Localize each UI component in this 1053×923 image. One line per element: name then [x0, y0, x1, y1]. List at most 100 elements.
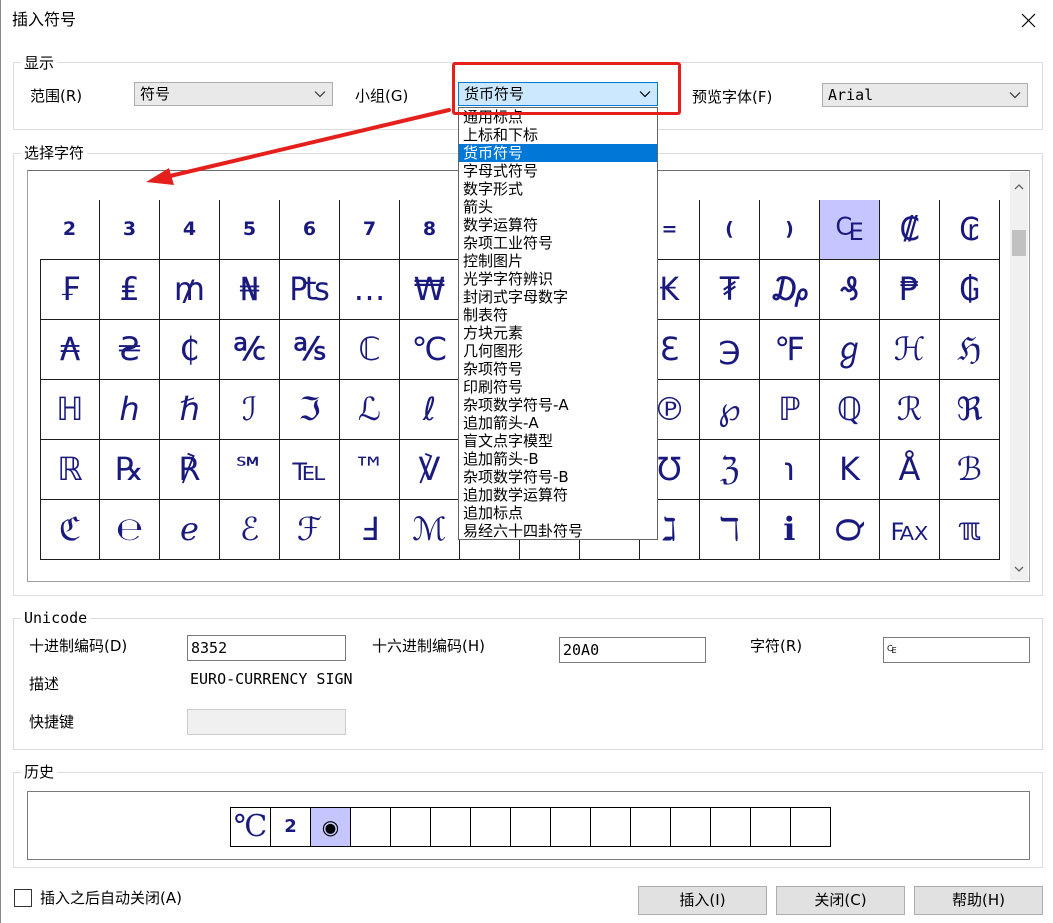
symbol-cell[interactable]: ℞ — [100, 440, 160, 500]
character-field[interactable]: ₠ — [883, 637, 1030, 663]
symbol-cell[interactable]: ℛ — [880, 380, 940, 440]
insert-button[interactable]: 插入(I) — [638, 886, 767, 915]
close-button[interactable]: 关闭(C) — [776, 886, 905, 915]
history-cell[interactable] — [591, 808, 631, 846]
subset-option[interactable]: 制表符 — [459, 306, 657, 324]
symbol-cell[interactable]: ℊ — [820, 320, 880, 380]
symbol-cell[interactable]: ₴ — [100, 320, 160, 380]
symbol-cell[interactable]: ℈ — [700, 320, 760, 380]
history-cell[interactable] — [391, 808, 431, 846]
symbol-cell[interactable]: ℀ — [220, 320, 280, 380]
symbol-cell[interactable]: ₩ — [400, 260, 460, 320]
subset-option[interactable]: 封闭式字母数字 — [459, 288, 657, 306]
symbol-cell[interactable]: ₲ — [940, 260, 1000, 320]
chevron-down-icon[interactable] — [1010, 560, 1028, 578]
symbol-cell[interactable]: ₳ — [40, 320, 100, 380]
subset-option[interactable]: 追加箭头-B — [459, 450, 657, 468]
symbol-cell[interactable]: ℳ — [400, 500, 460, 560]
subset-option[interactable]: 盲文点字模型 — [459, 432, 657, 450]
symbol-cell[interactable]: ℟ — [160, 440, 220, 500]
close-icon[interactable] — [1021, 13, 1036, 28]
symbol-cell[interactable]: ₦ — [220, 260, 280, 320]
history-cell[interactable]: ℃ — [231, 808, 271, 846]
symbol-cell[interactable]: ₠ — [820, 200, 880, 260]
subset-option[interactable]: 控制图片 — [459, 252, 657, 270]
symbol-cell[interactable]: 8 — [400, 200, 460, 260]
subset-option[interactable]: 字母式符号 — [459, 162, 657, 180]
symbol-cell[interactable]: ℺ — [820, 500, 880, 560]
symbol-cell[interactable]: … — [340, 260, 400, 320]
history-cell[interactable] — [511, 808, 551, 846]
subset-option[interactable]: 追加箭头-A — [459, 414, 657, 432]
symbol-cell[interactable]: ℸ — [700, 500, 760, 560]
symbol-cell[interactable]: ℑ — [280, 380, 340, 440]
scrollbar-thumb[interactable] — [1012, 230, 1026, 256]
symbol-cell[interactable]: K — [820, 440, 880, 500]
symbol-cell[interactable]: ℒ — [340, 380, 400, 440]
symbol-cell[interactable]: ℣ — [400, 440, 460, 500]
symbol-cell[interactable]: 7 — [340, 200, 400, 260]
symbol-cell[interactable]: ₰ — [820, 260, 880, 320]
symbol-cell[interactable]: ℁ — [280, 320, 340, 380]
history-cell[interactable] — [631, 808, 671, 846]
symbol-cell[interactable]: ™ — [340, 440, 400, 500]
symbol-cell[interactable]: ℉ — [760, 320, 820, 380]
symbol-cell[interactable]: ℬ — [940, 440, 1000, 500]
subset-dropdown-list[interactable]: 通用标点 上标和下标 货币符号 字母式符号 数字形式 箭头 数学运算符 杂项工业符号 控制图片光… — [458, 107, 658, 540]
symbol-cell[interactable]: ℯ — [160, 500, 220, 560]
subset-option[interactable]: 上标和下标 — [459, 126, 657, 144]
history-cell[interactable]: ◉ — [311, 808, 351, 846]
subset-option[interactable]: 杂项符号 — [459, 360, 657, 378]
subset-option[interactable]: 杂项数学符号-A — [459, 396, 657, 414]
symbol-cell[interactable]: ℮ — [100, 500, 160, 560]
symbol-cell[interactable]: ₵ — [160, 320, 220, 380]
symbol-cell[interactable]: ℰ — [220, 500, 280, 560]
subset-option[interactable]: 杂项工业符号 — [459, 234, 657, 252]
symbol-cell[interactable]: ₣ — [40, 260, 100, 320]
symbol-cell[interactable]: ℩ — [760, 440, 820, 500]
decimal-code-field[interactable]: 8352 — [187, 635, 346, 661]
subset-option[interactable]: 数字形式 — [459, 180, 657, 198]
hex-code-field[interactable]: 20A0 — [559, 637, 706, 663]
history-cell[interactable] — [351, 808, 391, 846]
symbol-cell[interactable]: 3 — [100, 200, 160, 260]
subset-option[interactable]: 易经六十四卦符号 — [459, 522, 657, 539]
auto-close-checkbox[interactable] — [14, 889, 32, 907]
symbol-cell[interactable]: ℱ — [280, 500, 340, 560]
symbol-cell[interactable]: 5 — [220, 200, 280, 260]
symbol-cell[interactable]: ℍ — [40, 380, 100, 440]
subset-option[interactable]: 光学字符辨识 — [459, 270, 657, 288]
symbol-cell[interactable]: ℚ — [820, 380, 880, 440]
symbol-cell[interactable]: ₢ — [940, 200, 1000, 260]
subset-option[interactable]: 箭头 — [459, 198, 657, 216]
subset-option[interactable]: 追加标点 — [459, 504, 657, 522]
symbol-cell[interactable]: ℏ — [160, 380, 220, 440]
symbol-cell[interactable]: 6 — [280, 200, 340, 260]
help-button[interactable]: 帮助(H) — [914, 886, 1043, 915]
history-cell[interactable] — [551, 808, 591, 846]
range-dropdown[interactable]: 符号 — [134, 82, 333, 106]
history-cell[interactable] — [711, 808, 751, 846]
subset-option[interactable]: 杂项数学符号-B — [459, 468, 657, 486]
symbol-cell[interactable]: ℃ — [400, 320, 460, 380]
subset-option[interactable]: 几何图形 — [459, 342, 657, 360]
symbol-cell[interactable]: ℭ — [40, 500, 100, 560]
symbol-cell[interactable]: ℐ — [220, 380, 280, 440]
symbol-cell[interactable]: ₤ — [100, 260, 160, 320]
symbol-cell[interactable]: ℙ — [760, 380, 820, 440]
symbol-cell[interactable]: ℂ — [340, 320, 400, 380]
auto-close-label[interactable]: 插入之后自动关闭(A) — [40, 889, 182, 907]
symbol-cell[interactable]: ₮ — [700, 260, 760, 320]
subset-option[interactable]: 方块元素 — [459, 324, 657, 342]
symbol-cell[interactable]: ₧ — [280, 260, 340, 320]
symbol-cell[interactable]: 2 — [40, 200, 100, 260]
symbol-cell[interactable]: ₱ — [880, 260, 940, 320]
history-cell[interactable] — [471, 808, 511, 846]
symbol-cell[interactable]: Å — [880, 440, 940, 500]
history-cell[interactable] — [791, 808, 831, 846]
symbol-cell[interactable]: ₯ — [760, 260, 820, 320]
grid-scrollbar[interactable] — [1010, 172, 1028, 580]
symbol-cell[interactable]: ℘ — [700, 380, 760, 440]
symbol-cell[interactable]: ℝ — [40, 440, 100, 500]
subset-option[interactable]: 追加数学运算符 — [459, 486, 657, 504]
